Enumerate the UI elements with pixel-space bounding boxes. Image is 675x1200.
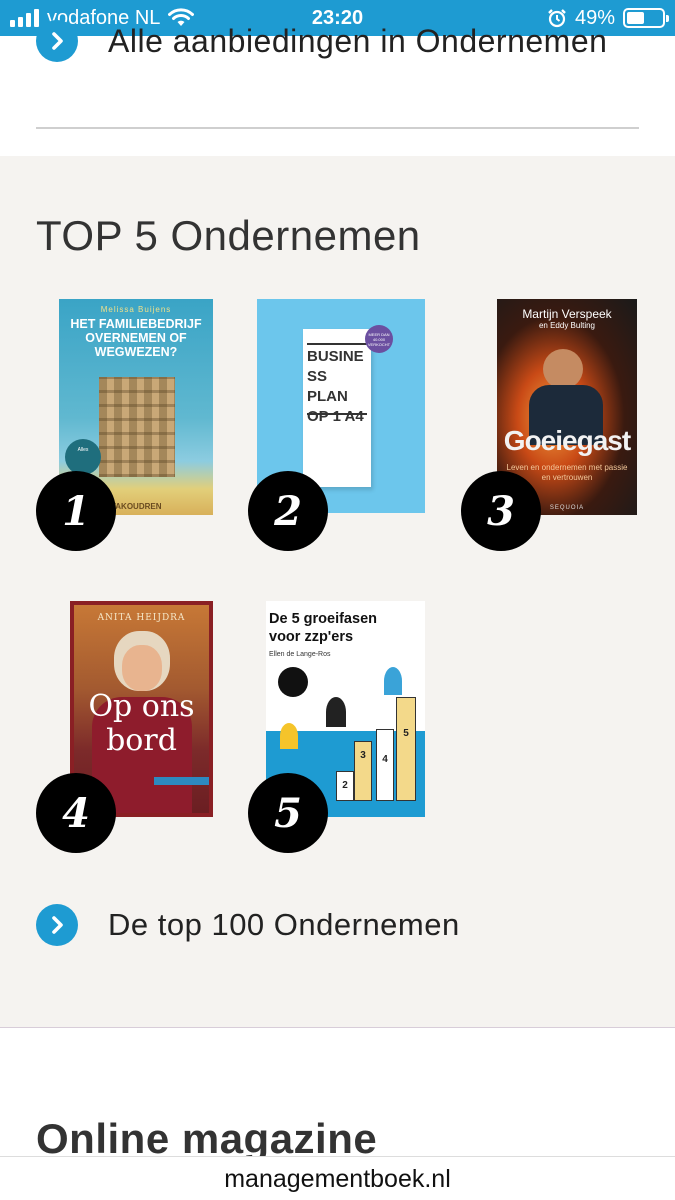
book-5-title-line1: De 5 groeifasen: [269, 611, 377, 627]
book-2-title: BUSINESS PLAN OP 1 A4: [307, 348, 364, 425]
book-4[interactable]: ANITA HEIJDRA Op ons bord 4: [36, 601, 216, 853]
url-bar[interactable]: managementboek.nl: [0, 1156, 675, 1200]
climbing-figure: [326, 697, 346, 727]
all-offers-label: Alle aanbiedingen in Ondernemen: [108, 22, 608, 59]
rank-badge-4: 4: [36, 773, 116, 853]
page: vodafone NL 23:20 49% Alle aanbiedingen: [0, 0, 675, 1200]
book-5-sticker: [278, 667, 308, 697]
top5-heading: TOP 5 Ondernemen: [36, 212, 421, 259]
top5-section: TOP 5 Ondernemen Melissa Buijens HET FAM…: [0, 156, 675, 1028]
book-2[interactable]: BUSINESS PLAN OP 1 A4 MEER DAN 40.000 VE…: [248, 299, 428, 551]
book-5-title-line2: voor zzp'ers: [269, 629, 354, 645]
top100-label: De top 100 Ondernemen: [108, 907, 460, 942]
railing: [154, 777, 209, 785]
book-1[interactable]: Melissa Buijens HET FAMILIEBEDRIJF OVERN…: [36, 299, 216, 551]
book-3-coauthor: en Eddy Bulting: [538, 321, 596, 330]
book-4-title-line2: bord: [106, 723, 177, 758]
book-1-author: Melissa Buijens: [100, 305, 172, 314]
rank-badge-1: 1: [36, 471, 116, 551]
book-5-author: Ellen de Lange-Ros: [269, 651, 331, 658]
climbing-figure-2: [384, 667, 402, 695]
chevron-right-icon: [36, 20, 78, 62]
book-2-badge: MEER DAN 40.000 VERKOCHT: [365, 325, 393, 353]
all-offers-link[interactable]: Alle aanbiedingen in Ondernemen: [36, 20, 607, 62]
battery-level: [627, 12, 644, 24]
book-5[interactable]: De 5 groeifasen voor zzp'ers Ellen de La…: [248, 601, 428, 853]
book-4-title-line1: Op ons: [88, 689, 195, 724]
chevron-right-icon: [36, 904, 78, 946]
book-1-title: HET FAMILIEBEDRIJF OVERNEMEN OF WEGWEZEN…: [70, 317, 202, 359]
book-3-author: Martijn Verspeek: [522, 307, 612, 321]
url-domain: managementboek.nl: [224, 1165, 451, 1193]
paper-illustration: BUSINESS PLAN OP 1 A4: [303, 329, 371, 487]
battery-icon: [623, 8, 669, 28]
rank-badge-2: 2: [248, 471, 328, 551]
rank-badge-3: 3: [461, 471, 541, 551]
person-head: [543, 349, 583, 389]
divider: [36, 127, 639, 129]
climbing-figure-3: [280, 723, 298, 749]
book-4-author: ANITA HEIJDRA: [97, 613, 186, 623]
book-3-title: Goeiegast: [503, 425, 631, 456]
book-1-sticker: Alles: [65, 439, 101, 475]
book-3[interactable]: Martijn Verspeek en Eddy Bulting Goeiega…: [461, 299, 641, 551]
rank-badge-5: 5: [248, 773, 328, 853]
person-face: [122, 645, 162, 691]
top100-link[interactable]: De top 100 Ondernemen: [36, 904, 460, 946]
